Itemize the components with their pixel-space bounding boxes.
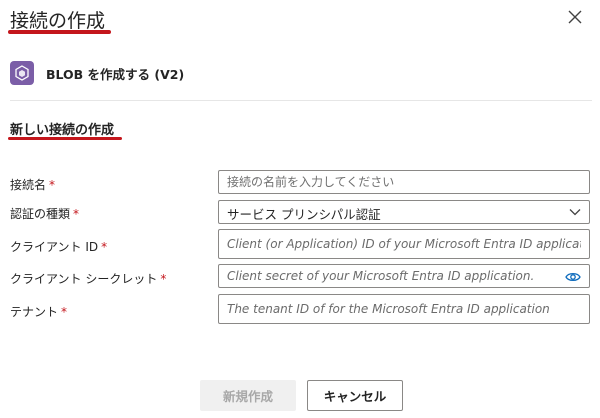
auth-type-label: 認証の種類 *: [10, 207, 80, 221]
client-id-label: クライアント ID *: [10, 240, 108, 254]
section-underline: [8, 137, 122, 140]
section-title: 新しい接続の作成: [10, 123, 115, 138]
dialog-title: 接続の作成: [10, 10, 106, 32]
chevron-down-icon: [569, 209, 581, 216]
cancel-button[interactable]: キャンセル: [307, 380, 403, 411]
connection-name-field: [218, 170, 590, 194]
required-mark: *: [101, 240, 108, 254]
close-icon[interactable]: [566, 8, 584, 26]
tenant-input[interactable]: [219, 295, 589, 323]
client-secret-label: クライアント シークレット *: [10, 272, 167, 286]
eye-icon[interactable]: [565, 271, 581, 283]
connection-name-input[interactable]: [219, 171, 589, 193]
tenant-label: テナント *: [10, 305, 68, 319]
required-mark: *: [61, 305, 68, 319]
client-id-input[interactable]: [219, 230, 589, 258]
client-secret-field: [218, 264, 590, 288]
required-mark: *: [160, 272, 167, 286]
required-mark: *: [49, 178, 56, 192]
auth-type-select[interactable]: サービス プリンシパル認証: [218, 200, 590, 224]
divider: [10, 100, 592, 101]
client-secret-input[interactable]: [219, 265, 589, 287]
connector-header: BLOB を作成する (V2): [10, 61, 184, 85]
tenant-field: [218, 294, 590, 324]
blob-connector-icon: [10, 61, 34, 85]
auth-type-value: サービス プリンシパル認証: [227, 207, 381, 222]
title-underline: [8, 30, 111, 34]
connection-name-label: 接続名 *: [10, 178, 56, 192]
connector-label: BLOB を作成する (V2): [46, 66, 185, 82]
create-button[interactable]: 新規作成: [200, 380, 296, 411]
client-id-field: [218, 229, 590, 259]
required-mark: *: [73, 207, 80, 221]
